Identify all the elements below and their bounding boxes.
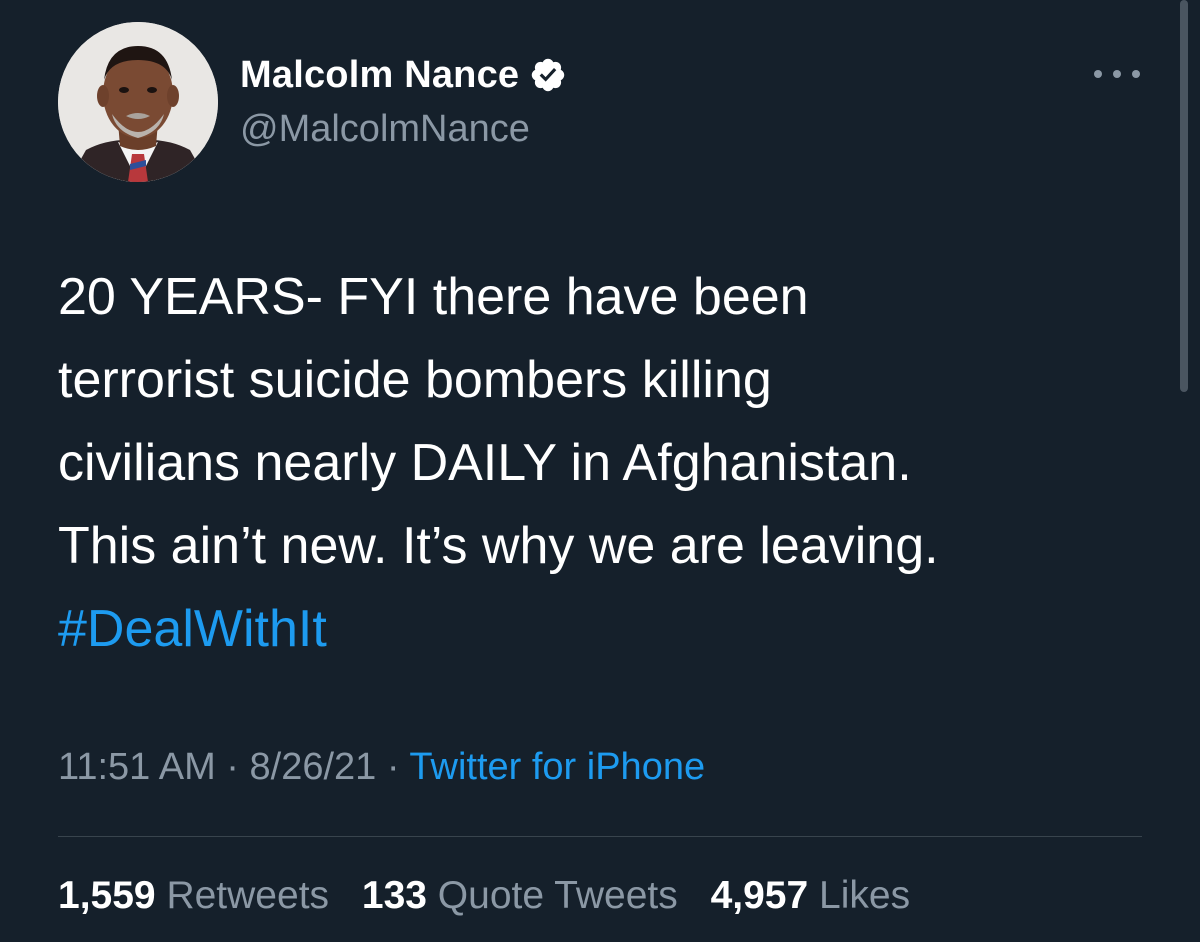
author-name-row: Malcolm Nance (240, 50, 567, 100)
quote-tweets-stat[interactable]: 133 Quote Tweets (362, 874, 678, 917)
dot-icon (1113, 70, 1121, 78)
tweet-date[interactable]: 8/26/21 (250, 746, 377, 788)
retweets-count: 1,559 (58, 874, 156, 917)
more-options-icon[interactable] (1094, 62, 1140, 86)
tweet-text-line: 20 YEARS- FYI there have been (58, 268, 809, 326)
retweets-label: Retweets (166, 874, 330, 917)
tweet-meta: 11:51 AM · 8/26/21 · Twitter for iPhone (58, 746, 705, 789)
verified-badge-icon (529, 56, 567, 94)
meta-separator: · (376, 746, 410, 788)
quote-tweets-label: Quote Tweets (437, 874, 678, 917)
hashtag-link[interactable]: #DealWithIt (58, 588, 1168, 671)
retweets-stat[interactable]: 1,559 Retweets (58, 874, 329, 917)
meta-separator: · (215, 746, 250, 788)
likes-label: Likes (819, 874, 911, 917)
scrollbar[interactable] (1180, 0, 1188, 392)
author-display-name[interactable]: Malcolm Nance (240, 54, 519, 97)
tweet-text-line: civilians nearly DAILY in Afghanistan. (58, 434, 912, 492)
dot-icon (1132, 70, 1140, 78)
avatar[interactable] (58, 22, 218, 182)
tweet-card: Malcolm Nance @MalcolmNance 20 YEARS- FY… (0, 0, 1200, 942)
tweet-text-line: terrorist suicide bombers killing (58, 351, 772, 409)
tweet-text-line: This ain’t new. It’s why we are leaving. (58, 517, 939, 575)
tweet-text: 20 YEARS- FYI there have been terrorist … (58, 256, 1168, 671)
likes-count: 4,957 (710, 874, 809, 917)
tweet-source-link[interactable]: Twitter for iPhone (409, 746, 705, 788)
dot-icon (1094, 70, 1102, 78)
author-handle[interactable]: @MalcolmNance (240, 108, 530, 151)
quote-tweets-count: 133 (361, 874, 427, 917)
tweet-time[interactable]: 11:51 AM (58, 746, 216, 788)
likes-stat[interactable]: 4,957 Likes (711, 874, 911, 917)
profile-photo-icon (58, 22, 218, 182)
tweet-stats: 1,559 Retweets 133 Quote Tweets 4,957 Li… (58, 874, 932, 918)
divider (58, 836, 1142, 837)
